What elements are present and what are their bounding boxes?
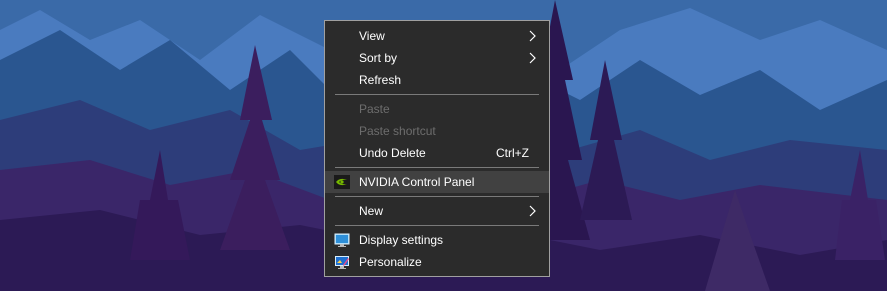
menu-item-paste-shortcut: Paste shortcut (325, 120, 549, 142)
menu-item-new[interactable]: New (325, 200, 549, 222)
monitor-icon (334, 232, 350, 248)
menu-item-label: Sort by (359, 51, 398, 65)
menu-item-label: NVIDIA Control Panel (359, 175, 475, 189)
menu-item-paste: Paste (325, 98, 549, 120)
menu-item-refresh[interactable]: Refresh (325, 69, 549, 91)
menu-item-view[interactable]: View (325, 25, 549, 47)
menu-item-display-settings[interactable]: Display settings (325, 229, 549, 251)
menu-item-personalize[interactable]: Personalize (325, 251, 549, 273)
menu-separator (335, 167, 539, 168)
menu-item-label: Refresh (359, 73, 402, 87)
menu-item-label: Display settings (359, 233, 444, 247)
menu-item-label: Paste shortcut (359, 124, 436, 138)
menu-item-label: View (359, 29, 385, 43)
menu-item-label: New (359, 204, 384, 218)
menu-item-label: Undo Delete (359, 146, 426, 160)
nvidia-icon (334, 174, 350, 190)
menu-item-shortcut: Ctrl+Z (496, 146, 529, 160)
menu-separator (335, 94, 539, 95)
menu-item-undo-delete[interactable]: Undo Delete Ctrl+Z (325, 142, 549, 164)
menu-item-nvidia-control-panel[interactable]: NVIDIA Control Panel (325, 171, 549, 193)
desktop-context-menu: View Sort by Refresh Paste Paste shortcut Und… (324, 20, 550, 277)
chevron-right-icon (527, 52, 539, 64)
menu-item-sort-by[interactable]: Sort by (325, 47, 549, 69)
chevron-right-icon (527, 205, 539, 217)
menu-item-label: Paste (359, 102, 390, 116)
menu-separator (335, 196, 539, 197)
menu-item-label: Personalize (359, 255, 422, 269)
chevron-right-icon (527, 30, 539, 42)
menu-separator (335, 225, 539, 226)
personalize-icon (334, 254, 350, 270)
